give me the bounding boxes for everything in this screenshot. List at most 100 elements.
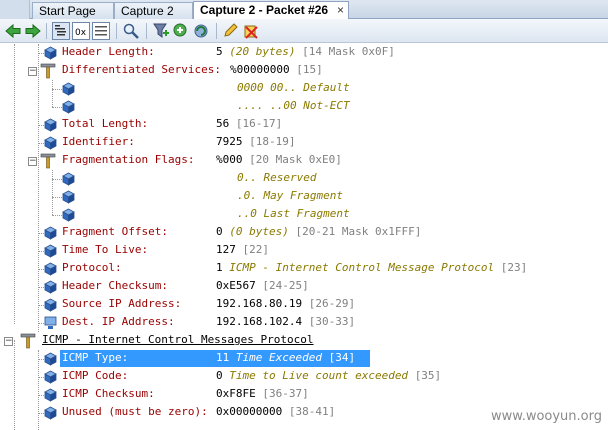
field-offset: [36-37] xyxy=(262,387,309,400)
add-rule-icon[interactable] xyxy=(172,22,190,40)
forward-arrow-icon[interactable] xyxy=(24,22,42,40)
tab-label: Start Page xyxy=(39,4,96,18)
field-value: 0 (0 bytes) [20-21 Mask 0x1FFF] xyxy=(216,225,421,238)
collapse-toggle[interactable]: − xyxy=(4,337,13,346)
tab-start-page[interactable]: Start Page xyxy=(32,2,114,19)
find-icon[interactable] xyxy=(122,22,140,40)
field-cube-icon xyxy=(62,100,75,114)
tree-row-ecn-bits[interactable]: .... ..00 Not-ECT xyxy=(0,98,608,116)
field-value-text: 0x00000000 xyxy=(216,405,283,418)
tree-row-dscp-bits[interactable]: 0000 00.. Default xyxy=(0,80,608,98)
field-label: ICMP Type: xyxy=(62,351,129,364)
watermark: www.wooyun.org xyxy=(490,409,602,424)
tree-row-differentiated-services[interactable]: − Differentiated Services: %00000000 [15… xyxy=(0,62,608,80)
tree-guide xyxy=(52,89,62,90)
field-offset: [38-41] xyxy=(288,405,336,418)
tree-row-may-fragment-bit[interactable]: .0. May Fragment xyxy=(0,188,608,206)
field-offset: [14 Mask 0x0F] xyxy=(302,45,395,58)
field-cube-icon xyxy=(62,190,75,204)
field-value: 7925 [18-19] xyxy=(216,135,295,148)
field-cube-icon xyxy=(44,406,57,420)
tree-row-fragment-offset[interactable]: Fragment Offset: 0 (0 bytes) [20-21 Mask… xyxy=(0,224,608,242)
field-offset: [35] xyxy=(414,369,442,382)
field-cube-icon xyxy=(62,208,75,222)
field-description: .0. May Fragment xyxy=(237,189,343,202)
field-cube-icon xyxy=(62,82,75,96)
field-description: (20 bytes) xyxy=(229,45,296,58)
clear-icon[interactable] xyxy=(242,22,260,40)
field-value: 5 (20 bytes) [14 Mask 0x0F] xyxy=(216,45,395,58)
field-value: 0xF8FE [36-37] xyxy=(216,387,309,400)
tab-label: Capture 2 xyxy=(121,4,174,18)
decode-view-icon[interactable] xyxy=(52,22,70,40)
field-value: 11 Time Exceeded [34] xyxy=(216,351,355,364)
tree-row-icmp-checksum[interactable]: ICMP Checksum: 0xF8FE [36-37] xyxy=(0,386,608,404)
field-value-text: 5 xyxy=(216,45,223,58)
field-offset: [22] xyxy=(242,243,270,256)
field-label: ICMP Checksum: xyxy=(62,387,155,400)
tree-row-icmp-header[interactable]: − ICMP - Internet Control Messages Proto… xyxy=(0,332,608,350)
tree-row-time-to-live[interactable]: Time To Live: 127 [22] xyxy=(0,242,608,260)
edit-icon[interactable] xyxy=(222,22,240,40)
field-value: 56 [16-17] xyxy=(216,117,282,130)
tab-capture-2[interactable]: Capture 2 xyxy=(114,2,193,19)
svg-text:0x: 0x xyxy=(75,28,87,38)
field-label: Source IP Address: xyxy=(62,297,182,310)
field-value-text: %000 xyxy=(216,153,243,166)
field-value-text: 127 xyxy=(216,243,236,256)
field-cube-icon xyxy=(44,298,57,312)
close-icon[interactable]: × xyxy=(337,3,344,17)
add-filter-icon[interactable] xyxy=(152,22,170,40)
field-offset: [34] xyxy=(328,351,356,364)
tree-row-icmp-code[interactable]: ICMP Code: 0 Time to Live count exceeded… xyxy=(0,368,608,386)
toolbar-separator xyxy=(146,23,147,39)
field-cube-icon xyxy=(44,388,57,402)
collapse-toggle[interactable]: − xyxy=(28,157,37,166)
packet-decode-tree: Header Length: 5 (20 bytes) [14 Mask 0x0… xyxy=(0,44,608,430)
field-value-text: 7925 xyxy=(216,135,243,148)
field-label: Unused (must be zero): xyxy=(62,405,208,418)
field-cube-icon xyxy=(44,226,57,240)
toolbar-separator xyxy=(46,23,47,39)
tree-row-reserved-bit[interactable]: 0.. Reserved xyxy=(0,170,608,188)
bitfield-icon xyxy=(40,153,56,169)
refresh-icon[interactable] xyxy=(192,22,210,40)
field-value: 192.168.80.19 [26-29] xyxy=(216,297,355,310)
tree-row-total-length[interactable]: Total Length: 56 [16-17] xyxy=(0,116,608,134)
tree-row-header-checksum[interactable]: Header Checksum: 0xE567 [24-25] xyxy=(0,278,608,296)
field-value-text: 0 xyxy=(216,225,223,238)
toolbar: 0x xyxy=(0,19,608,43)
tree-row-icmp-type[interactable]: ICMP Type: 11 Time Exceeded [34] xyxy=(0,350,608,368)
field-value: %000 [20 Mask 0xE0] xyxy=(216,153,342,166)
back-arrow-icon[interactable] xyxy=(4,22,22,40)
tree-row-last-fragment-bit[interactable]: ..0 Last Fragment xyxy=(0,206,608,224)
field-label: Fragmentation Flags: xyxy=(62,153,195,166)
tree-row-fragmentation-flags[interactable]: − Fragmentation Flags: %000 [20 Mask 0xE… xyxy=(0,152,608,170)
field-label: Protocol: xyxy=(62,261,122,274)
field-value-text: 0xE567 xyxy=(216,279,256,292)
collapse-toggle[interactable]: − xyxy=(28,67,37,76)
field-value-text: 0xF8FE xyxy=(216,387,256,400)
tree-row-identifier[interactable]: Identifier: 7925 [18-19] xyxy=(0,134,608,152)
tree-row-dest-ip[interactable]: Dest. IP Address: 192.168.102.4 [30-33] xyxy=(0,314,608,332)
field-offset: [20 Mask 0xE0] xyxy=(249,153,342,166)
field-offset: [23] xyxy=(500,261,528,274)
field-value-text: 0 xyxy=(216,369,223,382)
tree-row-source-ip[interactable]: Source IP Address: 192.168.80.19 [26-29] xyxy=(0,296,608,314)
field-description: 0.. Reserved xyxy=(237,171,317,184)
field-value: 192.168.102.4 [30-33] xyxy=(216,315,355,328)
tab-capture-2-packet-26[interactable]: Capture 2 - Packet #26 × xyxy=(193,1,349,20)
field-cube-icon xyxy=(44,370,57,384)
tree-row-protocol[interactable]: Protocol: 1 ICMP - Internet Control Mess… xyxy=(0,260,608,278)
field-description: Time to Live count exceeded xyxy=(229,369,409,382)
field-label: Header Length: xyxy=(62,45,155,58)
field-value-text: 11 xyxy=(216,351,230,364)
field-offset: [16-17] xyxy=(235,117,283,130)
field-description: 0000 00.. Default xyxy=(237,81,350,94)
field-value: 0 Time to Live count exceeded [35] xyxy=(216,369,441,382)
hex-view-icon[interactable]: 0x xyxy=(72,22,90,40)
packet-view-icon[interactable] xyxy=(92,22,110,40)
tree-row-header-length[interactable]: Header Length: 5 (20 bytes) [14 Mask 0x0… xyxy=(0,44,608,62)
field-offset: [24-25] xyxy=(262,279,309,292)
tab-bar: Start Page Capture 2 Capture 2 - Packet … xyxy=(0,0,608,20)
